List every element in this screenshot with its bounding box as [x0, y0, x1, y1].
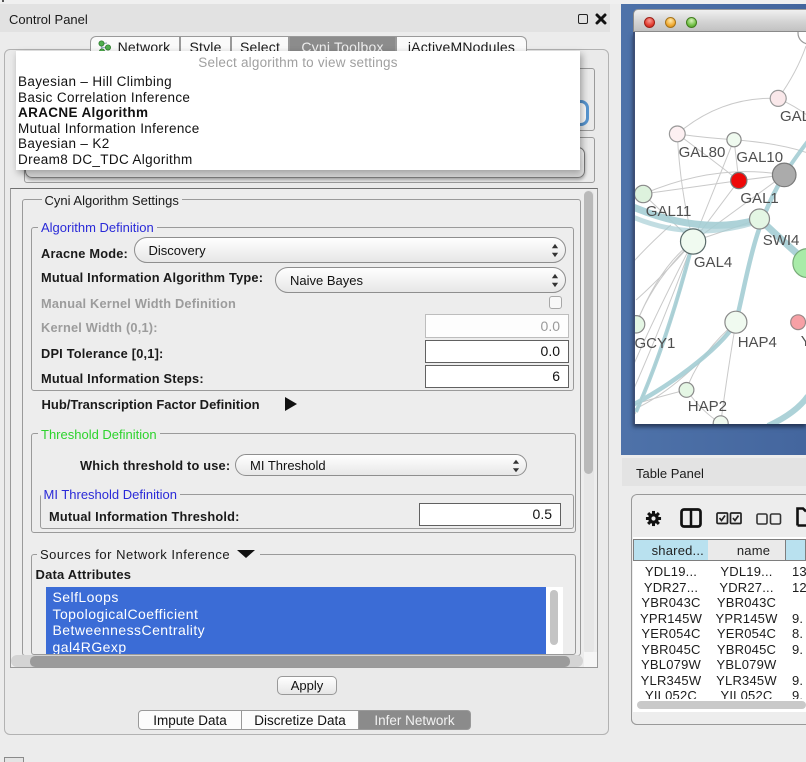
- svg-text:GAL4: GAL4: [694, 254, 732, 271]
- svg-text:HAP4: HAP4: [738, 334, 777, 351]
- svg-text:GAL: GAL: [780, 108, 806, 125]
- svg-text:GAL11: GAL11: [646, 203, 692, 220]
- svg-text:GAL10: GAL10: [736, 149, 783, 166]
- svg-text:SWI4: SWI4: [763, 232, 800, 249]
- svg-text:GAL80: GAL80: [679, 144, 726, 161]
- svg-text:HAP2: HAP2: [688, 398, 727, 415]
- svg-text:GCY1: GCY1: [635, 335, 675, 352]
- svg-text:GAL1: GAL1: [740, 190, 778, 207]
- svg-text:Y: Y: [801, 333, 806, 350]
